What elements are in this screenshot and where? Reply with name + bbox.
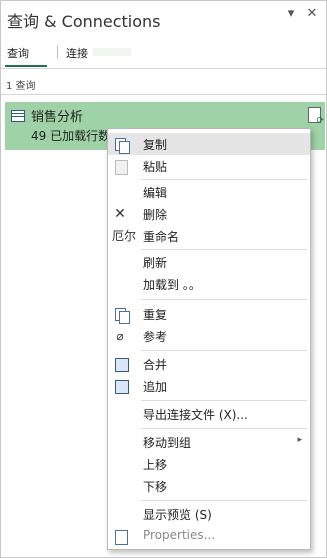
menu-item-move-down[interactable]: 下移 [108, 475, 310, 497]
rename-icon: 厄尔 [111, 229, 136, 243]
query-name: 销售分析 [31, 110, 84, 125]
menu-item-refresh[interactable]: 刷新 [108, 251, 310, 273]
tab-connections[interactable]: 连接 [66, 45, 88, 61]
paperclip-icon: ⌀ [116, 329, 124, 343]
duplicate-icon [112, 306, 130, 324]
menu-item-show-preview[interactable]: 显示预览 (S) [108, 503, 310, 525]
context-menu: 复制 粘贴 编辑 ✕ 删除 厄尔 重命名 刷新 加载到 。。 重复 ⌀ 参考 合… [107, 128, 311, 550]
menu-item-edit[interactable]: 编辑 [108, 181, 310, 203]
menu-item-move-up[interactable]: 上移 [108, 453, 310, 475]
merge-icon [112, 356, 129, 372]
query-count: 1 查询 [6, 81, 36, 92]
menu-separator [141, 249, 307, 250]
divider [1, 68, 326, 69]
menu-item-delete[interactable]: ✕ 删除 [108, 203, 310, 225]
menu-item-merge[interactable]: 合并 [108, 353, 310, 375]
close-icon[interactable]: ✕ [305, 7, 319, 21]
menu-separator [141, 299, 307, 300]
menu-separator [141, 500, 307, 501]
chevron-down-icon[interactable]: ▾ [284, 7, 298, 21]
paste-icon [112, 158, 128, 175]
table-icon [11, 110, 25, 122]
menu-item-duplicate[interactable]: 重复 [108, 303, 310, 325]
menu-item-append[interactable]: 追加 [108, 375, 310, 397]
menu-item-properties[interactable]: Properties... [108, 525, 310, 547]
delete-icon: ✕ [114, 206, 126, 222]
pane-title: 查询 & Connections [7, 12, 161, 31]
tab-divider [57, 45, 58, 59]
menu-separator [141, 350, 307, 351]
tab-bar: 查询 连接 [1, 41, 326, 67]
menu-item-paste[interactable]: 粘贴 [108, 155, 310, 177]
menu-separator [141, 179, 307, 180]
menu-item-load-to[interactable]: 加载到 。。 [108, 273, 310, 295]
menu-item-move-to-group[interactable]: 移动到组 ▸ [108, 431, 310, 453]
append-icon [112, 378, 129, 394]
menu-item-rename[interactable]: 厄尔 重命名 [108, 225, 310, 247]
properties-icon [112, 528, 128, 545]
divider [1, 94, 326, 95]
tab-highlight [93, 48, 131, 56]
submenu-arrow-icon: ▸ [297, 435, 302, 445]
menu-separator [141, 428, 307, 429]
menu-item-reference[interactable]: ⌀ 参考 [108, 325, 310, 347]
menu-item-export-connection-file[interactable]: 导出连接文件 (X)... [108, 403, 310, 425]
active-tab-indicator [5, 65, 47, 67]
copy-icon [112, 136, 130, 154]
query-status: 49 已加载行数 [31, 129, 111, 143]
tab-queries[interactable]: 查询 [7, 45, 29, 61]
refresh-document-icon[interactable] [308, 107, 324, 126]
menu-item-copy[interactable]: 复制 [108, 133, 310, 155]
menu-separator [141, 400, 307, 401]
